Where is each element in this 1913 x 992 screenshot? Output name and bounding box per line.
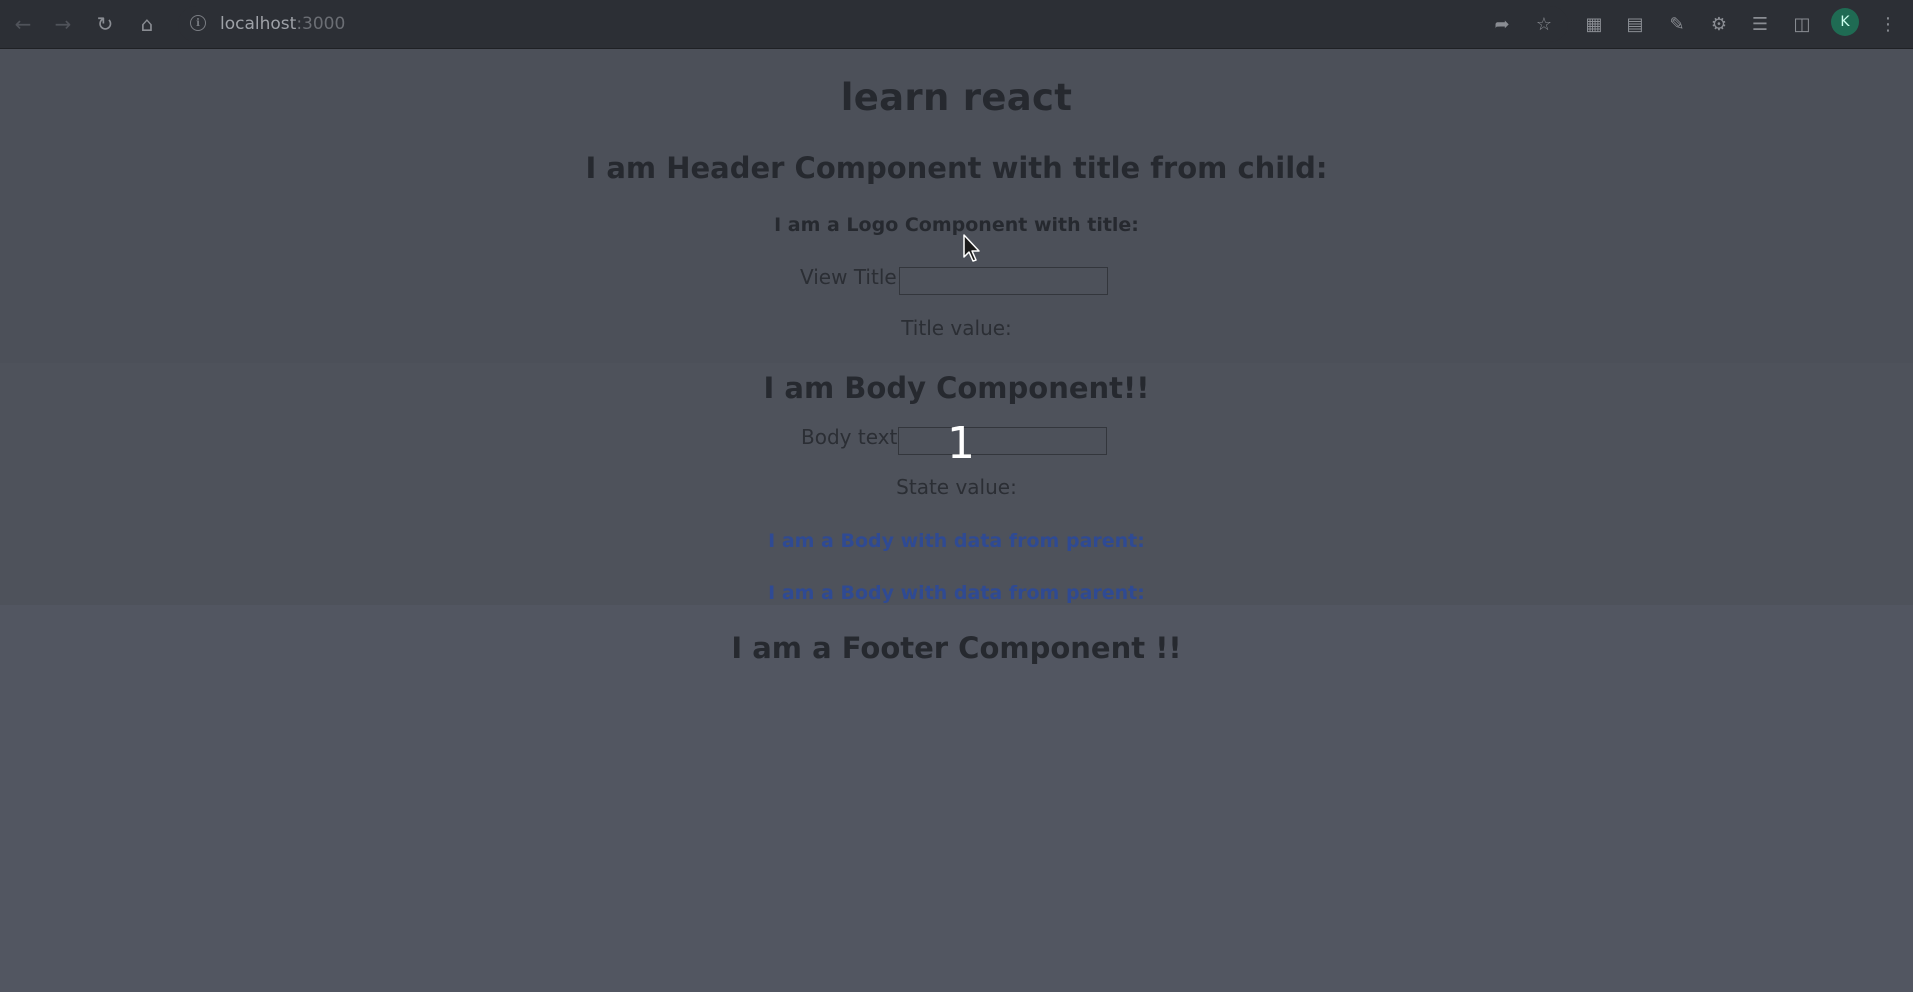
mouse-cursor-icon	[963, 234, 980, 262]
state-value-overlay: 1	[947, 418, 975, 469]
puzzle-icon[interactable]: ⚙	[1704, 9, 1734, 39]
share-icon[interactable]: ➦	[1487, 9, 1517, 39]
profile-avatar[interactable]: K	[1831, 8, 1859, 36]
browser-toolbar: ← → ↻ ⌂ i localhost:3000 ➦ ☆ ▦ ▤ ✎ ⚙ ☰ ◫…	[0, 0, 1913, 49]
forward-icon[interactable]: →	[48, 9, 78, 39]
body-parent-text-1: I am a Body with data from parent:	[768, 530, 1145, 552]
bookmark-star-icon[interactable]: ☆	[1529, 9, 1559, 39]
kebab-menu-icon[interactable]: ⋮	[1873, 9, 1903, 39]
address-bar[interactable]: i localhost:3000	[178, 6, 1568, 42]
extension-icon[interactable]: ▤	[1620, 9, 1650, 39]
body-text-input[interactable]	[898, 427, 1107, 455]
body-text-label: Body text:	[801, 425, 905, 449]
extension-icon[interactable]: ▦	[1579, 9, 1609, 39]
app-title: learn react	[840, 76, 1073, 119]
title-value-label: Title value:	[901, 316, 1012, 340]
logo-heading: I am a Logo Component with title:	[774, 214, 1139, 236]
view-title-label: View Title:	[800, 265, 904, 289]
reading-list-icon[interactable]: ☰	[1745, 9, 1775, 39]
back-icon[interactable]: ←	[8, 9, 38, 39]
footer-heading: I am a Footer Component !!	[731, 631, 1182, 665]
home-icon[interactable]: ⌂	[132, 9, 162, 39]
state-value-label: State value:	[896, 475, 1017, 499]
page-content: learn react I am Header Component with t…	[0, 49, 1913, 992]
view-title-input[interactable]	[899, 267, 1108, 295]
extension-icon[interactable]: ✎	[1662, 9, 1692, 39]
url-text[interactable]: localhost:3000	[220, 14, 345, 34]
view-title-row: View Title:	[0, 265, 1913, 295]
body-heading: I am Body Component!!	[763, 371, 1150, 405]
side-panel-icon[interactable]: ◫	[1787, 9, 1817, 39]
body-parent-text-2: I am a Body with data from parent:	[768, 582, 1145, 604]
header-heading: I am Header Component with title from ch…	[585, 151, 1328, 185]
reload-icon[interactable]: ↻	[90, 9, 120, 39]
info-icon[interactable]: i	[190, 15, 206, 31]
